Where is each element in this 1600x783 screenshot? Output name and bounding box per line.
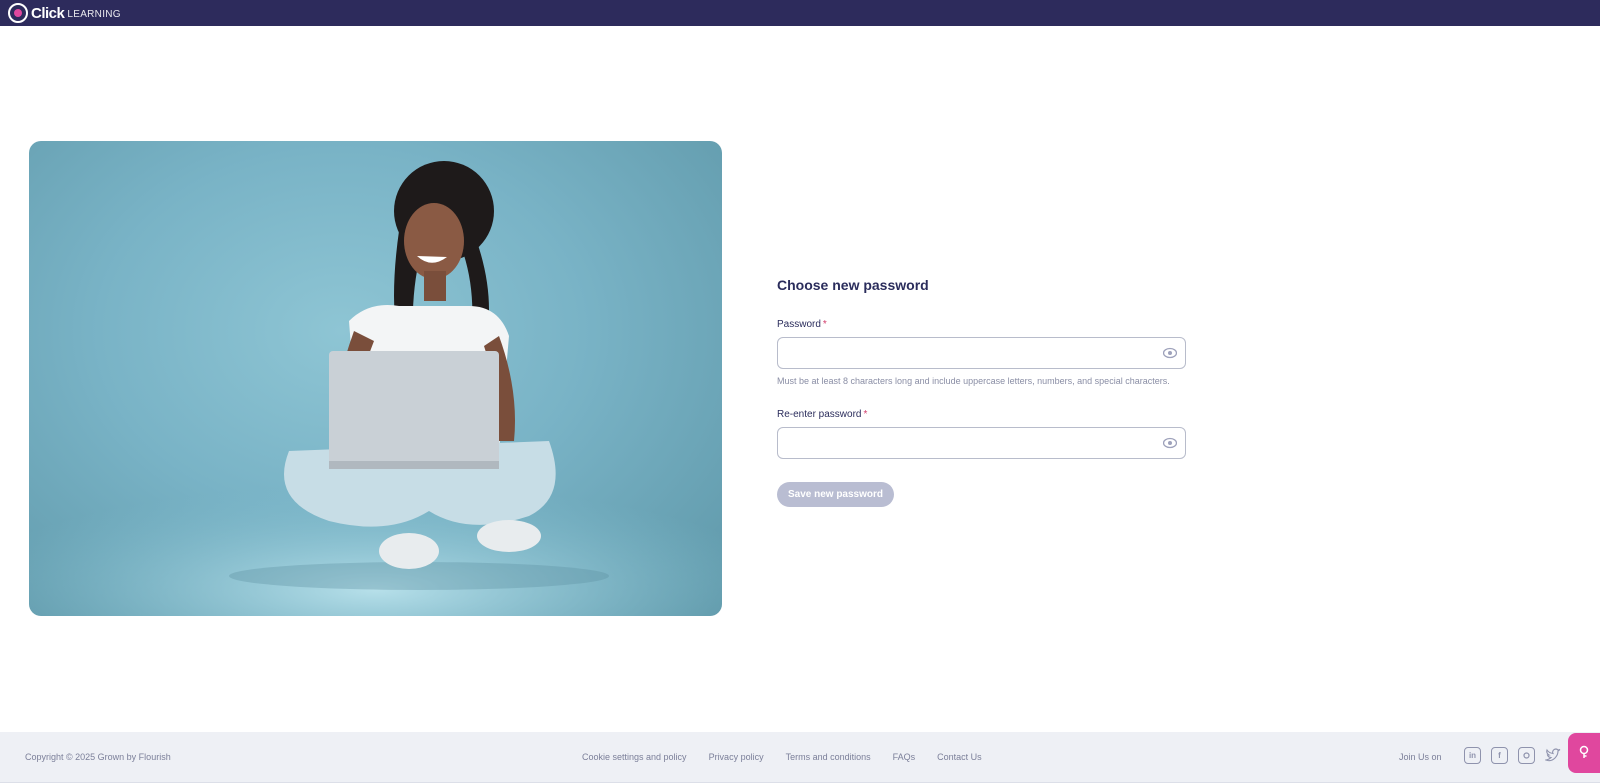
password-field-wrapper [777, 337, 1186, 369]
logo-brand-text: Click [31, 4, 65, 22]
reenter-label-text: Re-enter password [777, 409, 862, 420]
reenter-password-input[interactable] [778, 428, 1185, 458]
hero-image [29, 141, 722, 616]
logo-mark-icon [8, 3, 28, 23]
save-new-password-button[interactable]: Save new password [777, 482, 894, 507]
footer-link-terms[interactable]: Terms and conditions [786, 752, 871, 762]
social-links: in f [1464, 747, 1562, 764]
linkedin-icon[interactable]: in [1464, 747, 1481, 764]
help-button[interactable] [1568, 733, 1600, 773]
logo-sub-text: LEARNING [67, 8, 121, 20]
reenter-field-wrapper [777, 427, 1186, 459]
woman-with-laptop-illustration [29, 161, 722, 616]
required-asterisk: * [822, 319, 827, 330]
twitter-icon[interactable] [1545, 747, 1562, 764]
reenter-password-label: Re-enter password * [777, 409, 1187, 421]
eye-icon[interactable] [1163, 347, 1177, 359]
choose-password-form: Choose new password Password * Must be at… [777, 277, 1187, 507]
password-label-text: Password [777, 319, 821, 330]
click-learning-logo[interactable]: Click LEARNING [8, 3, 121, 23]
password-label: Password * [777, 319, 1187, 331]
join-us-label: Join Us on [1399, 752, 1442, 762]
footer: Copyright © 2025 Grown by Flourish Cooki… [0, 732, 1600, 783]
required-asterisk: * [863, 409, 868, 420]
instagram-icon[interactable] [1518, 747, 1535, 764]
help-icon [1579, 745, 1589, 758]
top-nav-bar: Click LEARNING [0, 0, 1600, 26]
copyright-text: Copyright © 2025 Grown by Flourish [25, 752, 171, 762]
footer-link-privacy[interactable]: Privacy policy [709, 752, 764, 762]
footer-link-faqs[interactable]: FAQs [893, 752, 916, 762]
eye-icon[interactable] [1163, 437, 1177, 449]
form-title: Choose new password [777, 277, 929, 293]
password-hint: Must be at least 8 characters long and i… [777, 376, 1170, 386]
footer-link-cookies[interactable]: Cookie settings and policy [582, 752, 687, 762]
footer-links: Cookie settings and policy Privacy polic… [582, 752, 982, 762]
footer-link-contact[interactable]: Contact Us [937, 752, 982, 762]
facebook-icon[interactable]: f [1491, 747, 1508, 764]
password-input[interactable] [778, 338, 1185, 368]
